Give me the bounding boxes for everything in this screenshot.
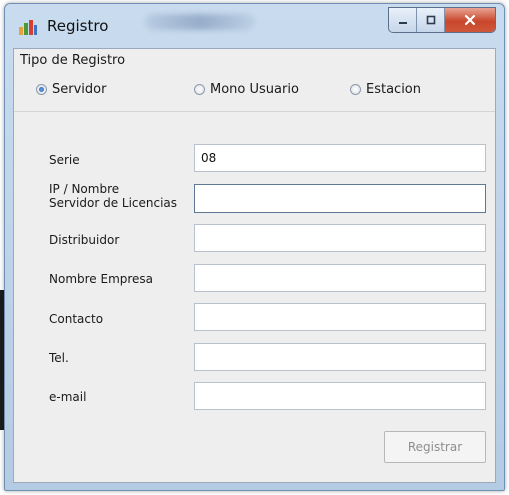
tel-label: Tel. (49, 351, 69, 365)
tipo-registro-label: Tipo de Registro (20, 53, 126, 68)
radio-servidor-indicator[interactable] (36, 84, 47, 95)
radio-estacion[interactable]: Estacion (350, 82, 421, 97)
contacto-input[interactable] (194, 303, 486, 331)
serie-label: Serie (49, 153, 80, 167)
email-label: e-mail (49, 390, 87, 404)
tipo-registro-group: Tipo de Registro Servidor Mono Usuario E… (14, 49, 495, 112)
email-input[interactable] (194, 382, 486, 410)
serie-input[interactable] (194, 144, 486, 172)
radio-servidor-label: Servidor (52, 82, 107, 97)
radio-mono-usuario-label: Mono Usuario (210, 82, 299, 97)
window-title: Registro (47, 17, 109, 35)
radio-estacion-indicator[interactable] (350, 84, 361, 95)
ip-nombre-label: IP / Nombre Servidor de Licencias (49, 182, 177, 210)
ip-nombre-input[interactable] (194, 184, 486, 213)
title-bar[interactable]: Registro (5, 4, 504, 48)
radio-mono-usuario[interactable]: Mono Usuario (194, 82, 299, 97)
tel-input[interactable] (194, 343, 486, 371)
registro-window: Registro Tipo de Registro Servidor Mono … (4, 3, 505, 491)
nombre-empresa-label: Nombre Empresa (49, 272, 154, 286)
distribuidor-input[interactable] (194, 224, 486, 252)
form-client-area: Tipo de Registro Servidor Mono Usuario E… (13, 48, 496, 483)
bar-chart-icon (18, 18, 38, 36)
ip-nombre-label-line1: IP / Nombre (49, 182, 120, 196)
radio-mono-usuario-indicator[interactable] (194, 84, 205, 95)
maximize-icon[interactable] (417, 8, 445, 32)
contacto-label: Contacto (49, 312, 104, 326)
radio-estacion-label: Estacion (366, 82, 422, 97)
minimize-icon[interactable] (389, 8, 417, 32)
blurred-title-region (145, 14, 255, 30)
distribuidor-label: Distribuidor (49, 233, 120, 247)
registrar-button[interactable]: Registrar (384, 431, 486, 463)
window-controls (388, 7, 496, 33)
ip-nombre-label-line2: Servidor de Licencias (49, 196, 178, 210)
nombre-empresa-input[interactable] (194, 264, 486, 292)
close-icon[interactable] (445, 8, 495, 32)
radio-servidor[interactable]: Servidor (36, 82, 106, 97)
